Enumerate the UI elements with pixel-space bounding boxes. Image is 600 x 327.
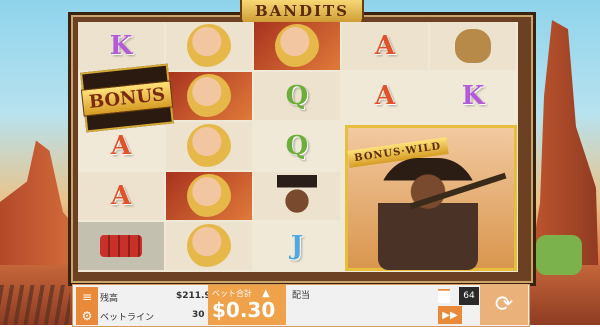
symbol-girl (275, 24, 319, 68)
bet-arrow-icon[interactable]: ▲ (262, 288, 270, 299)
reel-cell: K (78, 22, 164, 70)
symbol-girl (187, 174, 231, 218)
reel-cell: Q (254, 122, 340, 170)
reel-cell (78, 222, 164, 270)
symbol-a: A (110, 181, 132, 211)
autoplay-count[interactable]: 64 (459, 287, 479, 305)
bonus-symbol: BONUS (80, 63, 174, 133)
payout-label: 配当 (292, 291, 311, 301)
symbol-a: A (374, 31, 396, 61)
symbol-a: A (374, 81, 396, 111)
reel-cell: A (78, 172, 164, 220)
symbol-k: K (109, 31, 133, 61)
reel-cell (254, 22, 340, 70)
symbol-girl (187, 74, 231, 118)
hamburger-icon[interactable]: ≡ (76, 287, 98, 306)
reel-cell: J (254, 222, 340, 270)
symbol-girl (187, 224, 231, 268)
reel-cell (166, 222, 252, 270)
symbol-q: Q (285, 131, 309, 161)
balance-label: 残高 (100, 294, 119, 304)
paylines-value: 30 (192, 310, 205, 320)
reel-cell: K (430, 72, 516, 120)
bonus-label: BONUS (80, 79, 174, 117)
reel-cell: Q (254, 72, 340, 120)
reel-cell: A (342, 22, 428, 70)
reel-cell (430, 22, 516, 70)
bet-total-box[interactable]: ベット合計 $0.30 (208, 285, 286, 325)
railroad-track (0, 285, 70, 325)
reel-cell (254, 172, 340, 220)
symbol-q: Q (285, 81, 309, 111)
symbol-girl (187, 124, 231, 168)
symbol-bag (455, 29, 491, 63)
spin-button[interactable]: ⟳ (480, 284, 528, 325)
paylines-label: ベットライン (100, 313, 155, 323)
bet-total-value: $0.30 (212, 298, 276, 322)
game-title: BANDITS (254, 2, 350, 20)
gear-icon[interactable]: ⚙ (76, 306, 98, 325)
reel-cell (166, 72, 252, 120)
fast-forward-icon[interactable]: ▶▶ (438, 306, 462, 324)
cowboy-figure (378, 158, 478, 270)
cactus (536, 235, 582, 275)
reel-cell (166, 22, 252, 70)
reel-cell (166, 172, 252, 220)
symbol-k: K (461, 81, 485, 111)
symbol-dynamite (100, 235, 142, 257)
autoplay-stop-icon[interactable]: ■ (436, 286, 451, 305)
symbol-girl (187, 24, 231, 68)
reel-cell: A (342, 72, 428, 120)
reel-cell (166, 122, 252, 170)
symbol-j: J (290, 231, 304, 261)
symbol-a: A (110, 131, 132, 161)
symbol-bandit (277, 175, 317, 217)
bonus-wild-symbol: BONUS·WILD (345, 125, 517, 271)
